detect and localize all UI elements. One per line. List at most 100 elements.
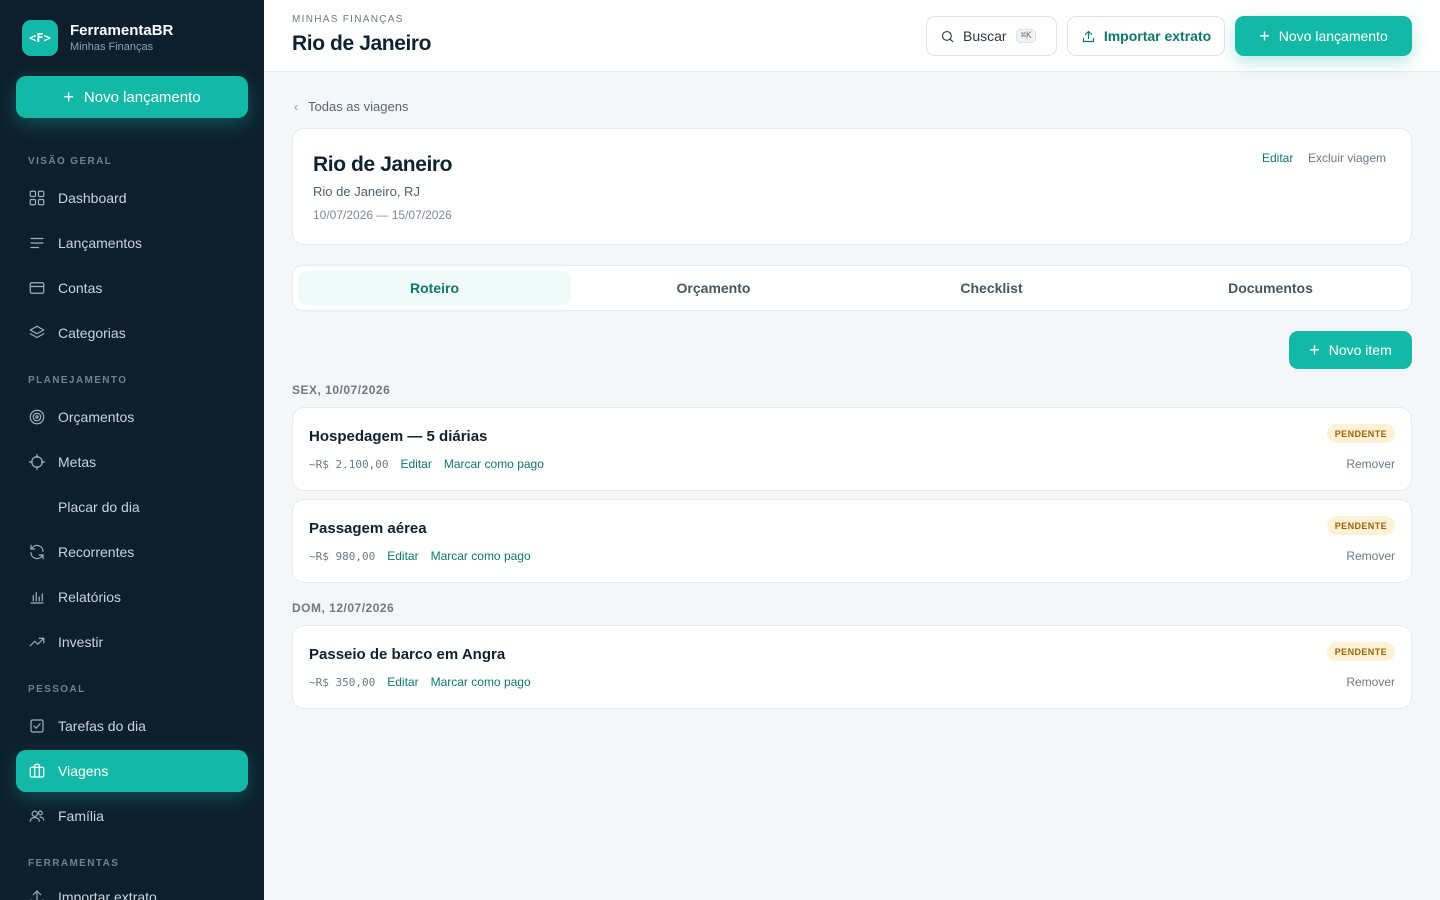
delete-trip-link[interactable]: Excluir viagem <box>1308 151 1386 165</box>
item-price: ~R$ 350,00 <box>309 675 376 689</box>
wallet-icon <box>29 282 45 294</box>
page-title: Rio de Janeiro <box>292 32 432 55</box>
plus-icon: + <box>1259 26 1270 46</box>
sidebar-item-familia[interactable]: Família <box>16 795 248 837</box>
briefcase-icon <box>29 763 45 778</box>
edit-trip-link[interactable]: Editar <box>1262 151 1293 165</box>
trip-card: Rio de Janeiro Rio de Janeiro, RJ 10/07/… <box>292 128 1412 245</box>
upload-icon <box>1082 30 1094 42</box>
sidebar-item-label: Dashboard <box>58 190 127 206</box>
item-price: ~R$ 2.100,00 <box>309 457 389 471</box>
plus-icon: + <box>1309 340 1320 360</box>
section-tools: FERRAMENTAS <box>28 858 120 869</box>
import-statement-button[interactable]: Importar extrato <box>1067 16 1225 56</box>
itinerary-item: Hospedagem — 5 diárias ~R$ 2.100,00 Edit… <box>292 407 1412 491</box>
edit-item-link[interactable]: Editar <box>400 457 431 471</box>
list-icon <box>30 237 44 249</box>
sidebar-item-label: Importar extrato <box>58 889 157 900</box>
refresh-icon <box>30 544 44 560</box>
itinerary-item: Passeio de barco em Angra ~R$ 350,00 Edi… <box>292 625 1412 709</box>
sidebar-item-relatorios[interactable]: Relatórios <box>16 576 248 618</box>
trip-title: Rio de Janeiro <box>313 153 453 176</box>
mark-paid-link[interactable]: Marcar como pago <box>431 675 531 689</box>
item-title: Passagem aérea <box>309 520 427 537</box>
sidebar-item-tarefas[interactable]: Tarefas do dia <box>16 705 248 747</box>
mark-paid-link[interactable]: Marcar como pago <box>444 457 544 471</box>
new-item-button[interactable]: + Novo item <box>1289 331 1412 369</box>
tab-checklist[interactable]: Checklist <box>855 271 1128 305</box>
section-personal: PESSOAL <box>28 684 86 695</box>
remove-item-link[interactable]: Remover <box>1346 457 1395 471</box>
sidebar-item-label: Categorias <box>58 325 126 341</box>
sidebar-item-viagens[interactable]: Viagens <box>16 750 248 792</box>
sidebar-item-label: Relatórios <box>58 589 122 605</box>
sidebar-item-label: Viagens <box>58 763 109 779</box>
item-price: ~R$ 980,00 <box>309 549 376 563</box>
back-to-trips-link[interactable]: ‹ Todas as viagens <box>294 99 408 114</box>
search-icon <box>941 30 954 43</box>
section-planning: PLANEJAMENTO <box>28 375 128 386</box>
day-header: DOM, 12/07/2026 <box>292 601 395 615</box>
brand-logo: <F> <box>22 20 58 56</box>
grid-icon <box>29 190 45 206</box>
plus-icon: + <box>63 87 74 107</box>
item-title: Hospedagem — 5 diárias <box>309 428 488 445</box>
section-overview: VISÃO GERAL <box>28 156 113 167</box>
brand-subtitle: Minhas Finanças <box>70 41 154 53</box>
sidebar-item-contas[interactable]: Contas <box>16 267 248 309</box>
sidebar-item-placar[interactable]: Placar do dia <box>16 486 248 528</box>
sidebar-item-orcamentos[interactable]: Orçamentos <box>16 396 248 438</box>
sidebar-item-metas[interactable]: Metas <box>16 441 248 483</box>
tab-orcamento[interactable]: Orçamento <box>577 271 850 305</box>
status-badge: PENDENTE <box>1326 516 1395 535</box>
brand-name: FerramentaBR <box>70 22 174 39</box>
edit-item-link[interactable]: Editar <box>387 675 418 689</box>
remove-item-link[interactable]: Remover <box>1346 549 1395 563</box>
tab-roteiro[interactable]: Roteiro <box>298 271 571 305</box>
sidebar-item-investir[interactable]: Investir <box>16 621 248 663</box>
sidebar-item-categorias[interactable]: Categorias <box>16 312 248 354</box>
upload-icon <box>30 890 44 900</box>
search-shortcut: ⌘K <box>1015 29 1037 43</box>
trend-up-icon <box>29 637 45 647</box>
sidebar-item-label: Metas <box>58 454 97 470</box>
sidebar-item-dashboard[interactable]: Dashboard <box>16 177 248 219</box>
new-entry-button[interactable]: + Novo lançamento <box>1235 16 1412 56</box>
trip-location: Rio de Janeiro, RJ <box>313 184 420 199</box>
trip-tabs: Roteiro Orçamento Checklist Documentos <box>292 265 1412 311</box>
trip-dates: 10/07/2026 — 15/07/2026 <box>313 208 452 222</box>
sidebar-item-label: Tarefas do dia <box>58 718 146 734</box>
bar-chart-icon <box>30 591 44 604</box>
layers-icon <box>29 325 45 339</box>
sidebar-item-label: Lançamentos <box>58 235 143 251</box>
brand[interactable]: <F> FerramentaBR Minhas Finanças <box>22 20 173 56</box>
itinerary-item: Passagem aérea ~R$ 980,00 Editar Marcar … <box>292 499 1412 583</box>
top-header: MINHAS FINANÇAS Rio de Janeiro Buscar ⌘K… <box>264 0 1440 72</box>
sidebar-item-lancamentos[interactable]: Lançamentos <box>16 222 248 264</box>
sidebar-item-label: Recorrentes <box>58 544 135 560</box>
sidebar-item-label: Orçamentos <box>58 409 135 425</box>
sidebar-new-entry-button[interactable]: + Novo lançamento <box>16 76 248 118</box>
tab-documentos[interactable]: Documentos <box>1134 271 1407 305</box>
edit-item-link[interactable]: Editar <box>387 549 418 563</box>
sidebar-item-label: Família <box>58 808 104 824</box>
chevron-left-icon: ‹ <box>294 99 298 114</box>
day-header: SEX, 10/07/2026 <box>292 383 391 397</box>
sidebar-item-label: Placar do dia <box>58 499 140 515</box>
crosshair-icon <box>28 453 46 471</box>
sidebar-item-label: Investir <box>58 634 104 650</box>
target-icon <box>29 409 45 425</box>
sidebar-item-recorrentes[interactable]: Recorrentes <box>16 531 248 573</box>
search-button[interactable]: Buscar ⌘K <box>926 16 1057 56</box>
sidebar-item-importar[interactable]: Importar extrato <box>16 876 248 900</box>
status-badge: PENDENTE <box>1326 642 1395 661</box>
mark-paid-link[interactable]: Marcar como pago <box>431 549 531 563</box>
header-eyebrow: MINHAS FINANÇAS <box>292 14 404 25</box>
users-icon <box>29 810 45 822</box>
status-badge: PENDENTE <box>1326 424 1395 443</box>
remove-item-link[interactable]: Remover <box>1346 675 1395 689</box>
sidebar: <F> FerramentaBR Minhas Finanças + Novo … <box>0 0 264 900</box>
sidebar-item-label: Contas <box>58 280 103 296</box>
check-square-icon <box>30 719 44 733</box>
item-title: Passeio de barco em Angra <box>309 646 506 663</box>
